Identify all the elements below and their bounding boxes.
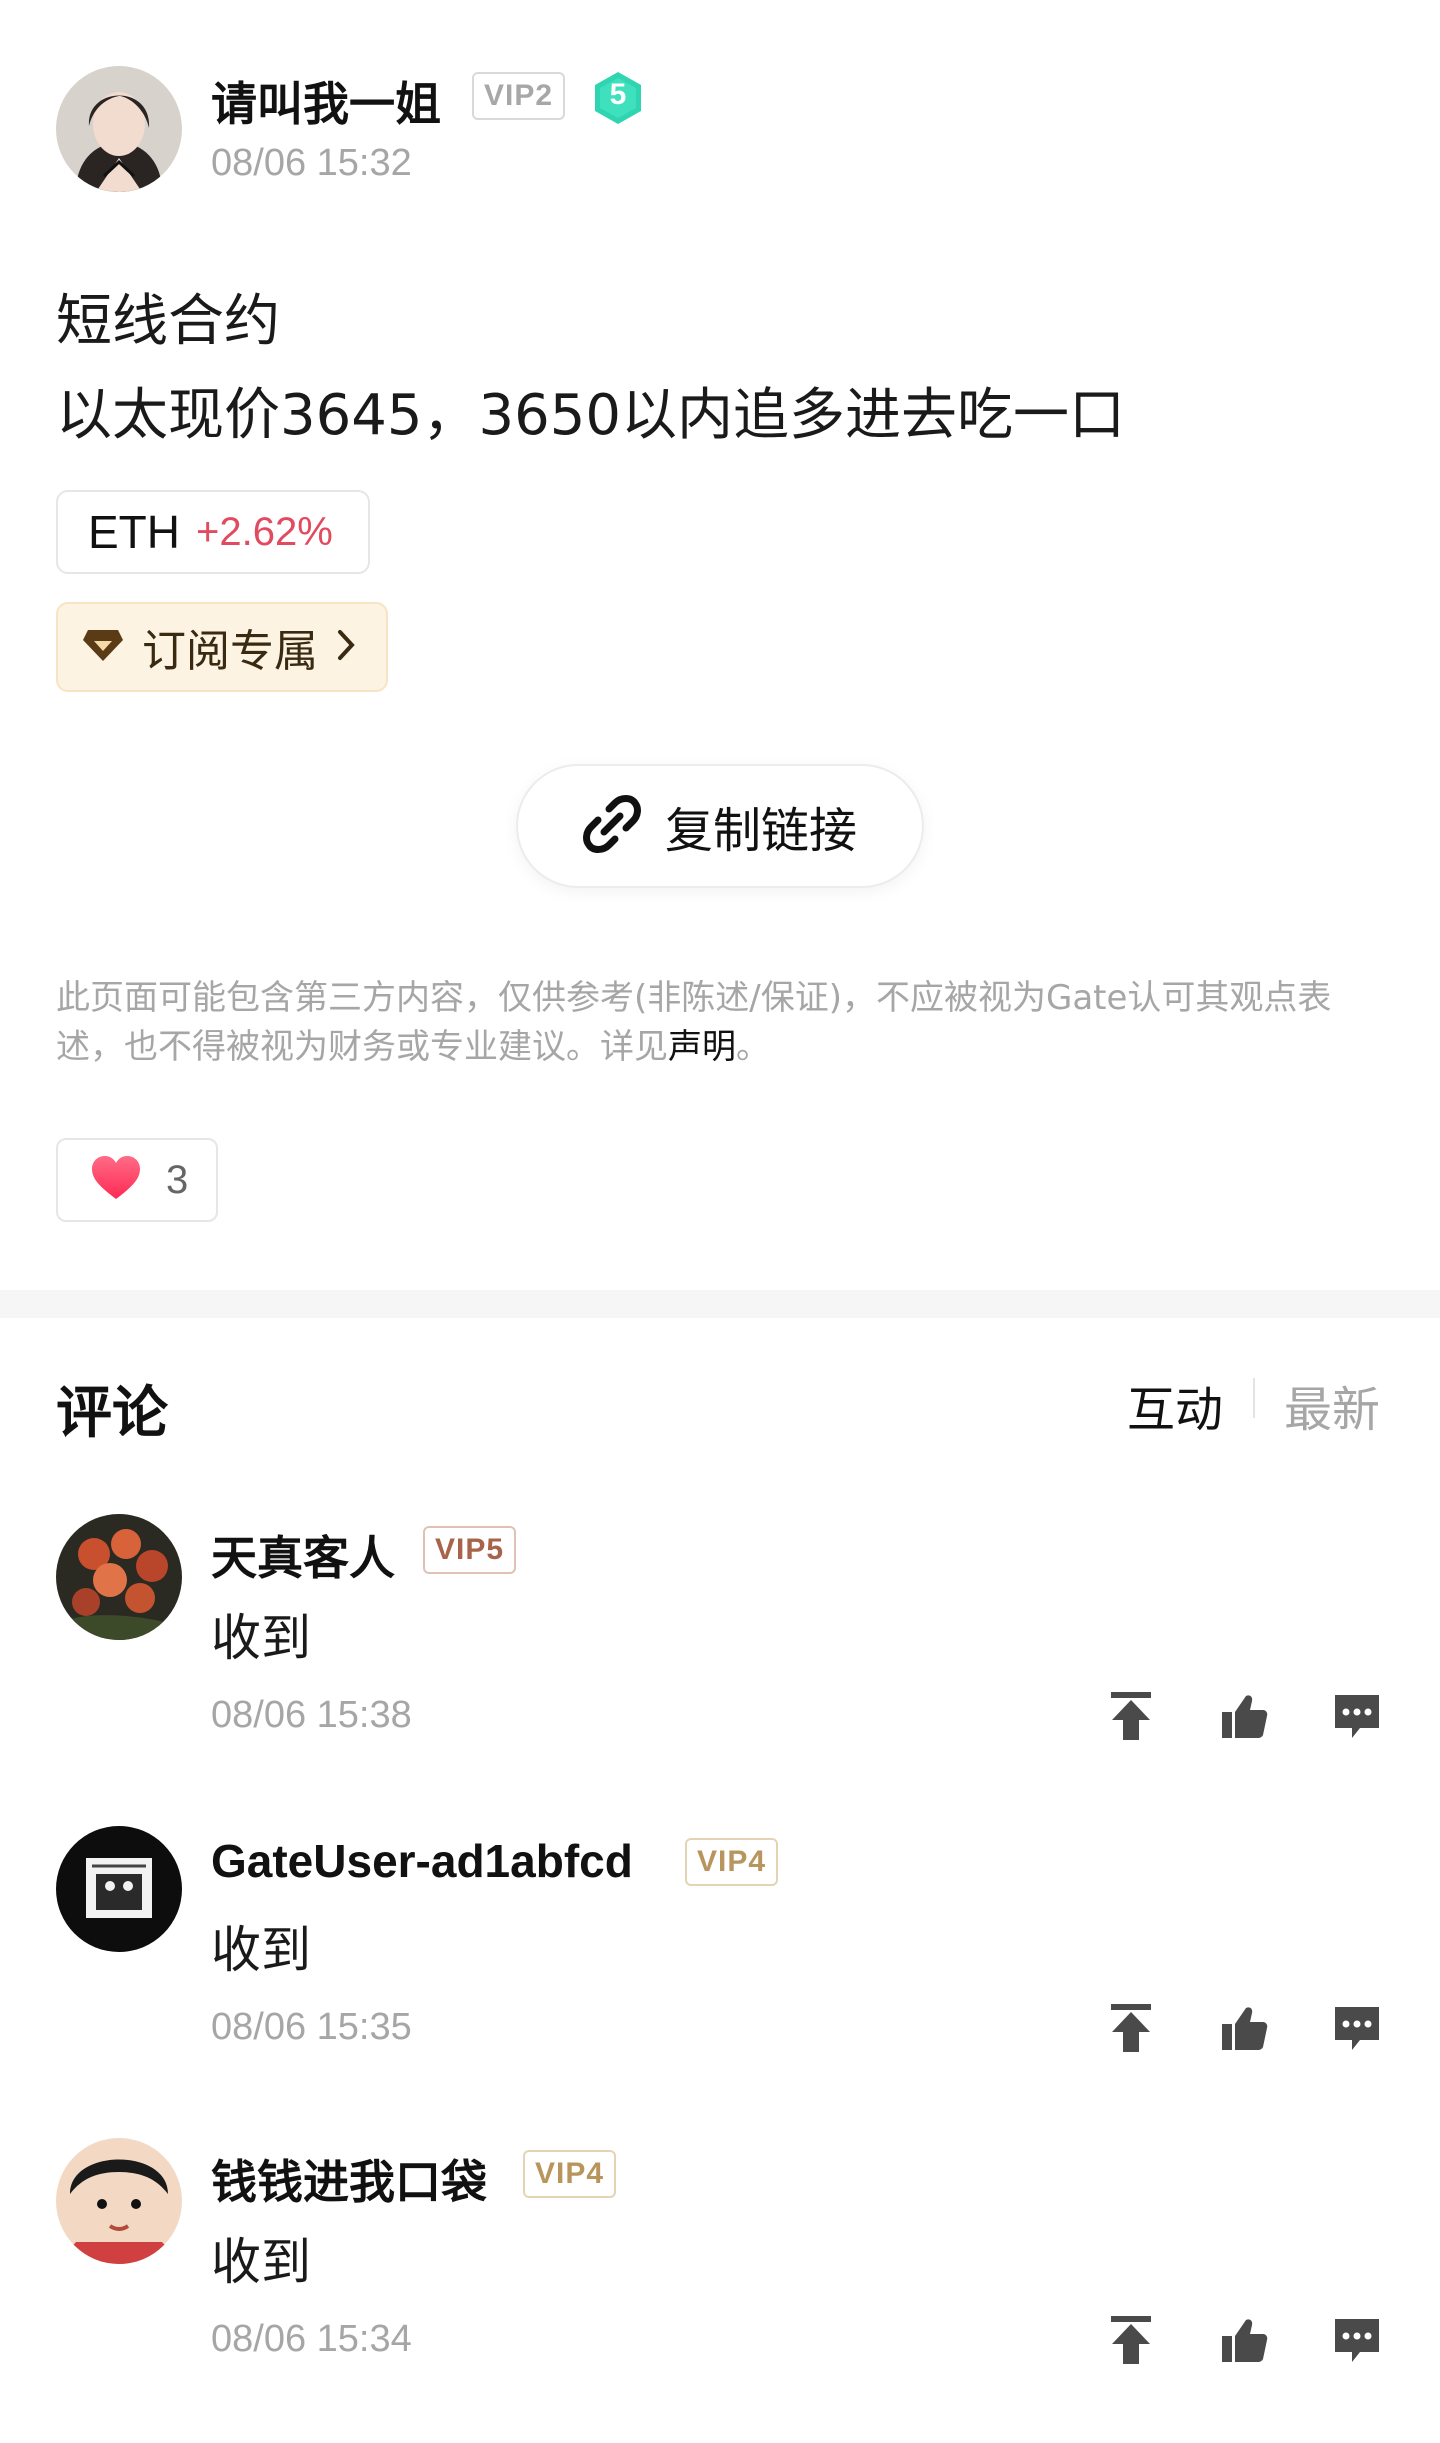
comment-icon[interactable]: [1332, 2004, 1382, 2056]
comment-vip-badge: VIP4: [685, 1838, 779, 1886]
comment-text: 收到: [211, 1609, 311, 1667]
like-button[interactable]: 3: [56, 1138, 218, 1222]
pin-top-icon[interactable]: [1108, 1690, 1154, 1746]
comment-icon[interactable]: [1332, 2316, 1382, 2368]
sort-interactive-tab[interactable]: 互动: [1127, 1370, 1223, 1440]
sort-latest-tab[interactable]: 最新: [1284, 1370, 1380, 1440]
coin-tag[interactable]: ETH +2.62%: [56, 490, 370, 574]
level-badge: 5: [592, 70, 644, 126]
like-count: 3: [166, 1157, 189, 1202]
comment-time: 08/06 15:34: [211, 2318, 412, 2360]
post-line-2: 以太现价3645，3650以内追多进去吃一口: [56, 383, 1126, 448]
pin-top-icon[interactable]: [1108, 2314, 1154, 2370]
comment-text: 收到: [211, 2233, 311, 2291]
comment-avatar[interactable]: [56, 2138, 182, 2264]
comment-text: 收到: [211, 1921, 311, 1979]
author-avatar[interactable]: [56, 66, 182, 192]
vip-badge: VIP2: [472, 72, 566, 120]
copy-link-button[interactable]: 复制链接: [516, 764, 924, 888]
comment-vip-badge: VIP4: [523, 2150, 617, 2198]
disclaimer-end: 。: [736, 1027, 770, 1067]
comment-time: 08/06 15:38: [211, 1694, 412, 1736]
link-icon: [583, 795, 641, 857]
coin-symbol: ETH: [88, 506, 180, 558]
section-divider: [0, 1290, 1440, 1318]
coin-change: +2.62%: [196, 509, 333, 554]
comment-time: 08/06 15:35: [211, 2006, 412, 2048]
post-time: 08/06 15:32: [211, 142, 412, 184]
comment-avatar[interactable]: [56, 1514, 182, 1640]
copy-link-label: 复制链接: [664, 803, 857, 859]
disclaimer-link[interactable]: 声明: [668, 1027, 736, 1067]
author-name[interactable]: 请叫我一姐: [211, 68, 441, 134]
chevron-right-icon: [336, 629, 356, 665]
comment-author-name[interactable]: GateUser-ad1abfcd: [211, 1834, 633, 1888]
comments-title: 评论: [56, 1381, 168, 1446]
thumb-up-icon[interactable]: [1220, 1692, 1268, 1744]
comment-icon[interactable]: [1332, 1692, 1382, 1744]
comment-vip-badge: VIP5: [423, 1526, 517, 1574]
post-line-1: 短线合约: [56, 289, 280, 354]
comment-actions: [1108, 2002, 1388, 2054]
sort-separator: [1253, 1378, 1255, 1418]
diamond-icon: [82, 627, 124, 667]
thumb-up-icon[interactable]: [1220, 2316, 1268, 2368]
comment-actions: [1108, 1690, 1388, 1742]
comment-author-name[interactable]: 钱钱进我口袋: [211, 2146, 487, 2212]
subscription-tag[interactable]: 订阅专属: [56, 602, 388, 692]
comment-avatar[interactable]: [56, 1826, 182, 1952]
level-number: 5: [609, 78, 627, 111]
comment-author-name[interactable]: 天真客人: [211, 1522, 395, 1588]
thumb-up-icon[interactable]: [1220, 2004, 1268, 2056]
subscription-label: 订阅专属: [142, 626, 318, 677]
heart-icon: [90, 1155, 142, 1205]
comment-actions: [1108, 2314, 1388, 2366]
pin-top-icon[interactable]: [1108, 2002, 1154, 2058]
disclaimer: 此页面可能包含第三方内容，仅供参考(非陈述/保证)，不应被视为Gate认可其观点…: [56, 974, 1376, 1072]
